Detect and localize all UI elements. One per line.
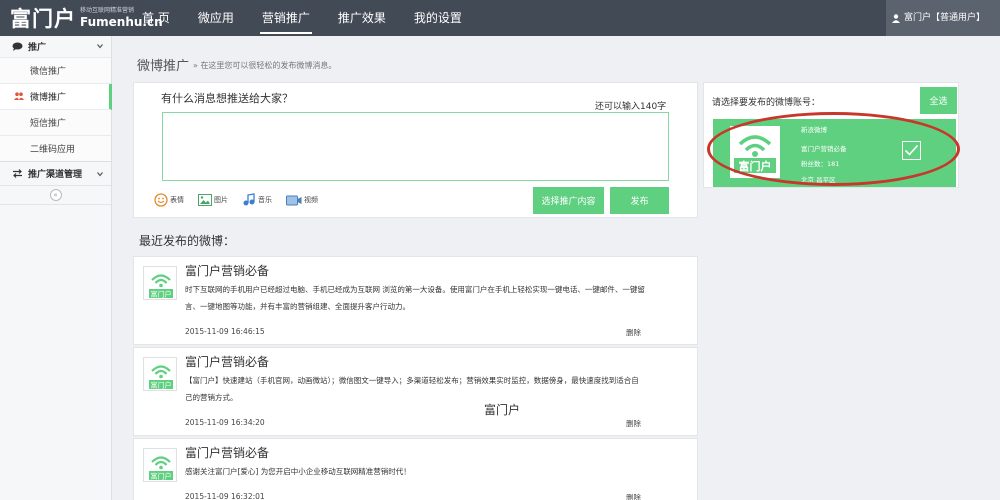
list-item: 富门户 富门户营销必备 感谢关注富门户[爱心] 为您开启中小企业移动互联网精准营…	[133, 438, 698, 500]
post-author: 富门户营销必备	[185, 355, 270, 369]
post-time: 2015-11-09 16:32:01	[185, 492, 265, 500]
page-title: 微博推广	[137, 59, 190, 74]
svg-text:富门户: 富门户	[739, 159, 772, 173]
post-body: 【富门户】快速建站（手机官网，动画微站）；微信图文一键导入；多渠道轻松发布；营销…	[185, 376, 639, 402]
music-icon	[243, 193, 255, 206]
emoji-tool-label: 表情	[170, 196, 184, 204]
nav-micro-apps[interactable]: 微应用	[184, 0, 248, 36]
active-indicator	[109, 84, 112, 110]
sidebar-item-qrcode[interactable]: 二维码应用	[0, 135, 111, 161]
sidebar-group-channels[interactable]: 推广渠道管理	[0, 161, 111, 185]
music-tool[interactable]: 音乐	[242, 193, 272, 207]
delete-link[interactable]: 删除	[626, 327, 641, 338]
account-platform: 新浪微博	[801, 126, 827, 134]
brand-wifi-icon: 富门户	[149, 456, 173, 481]
sidebar-group-label: 推广	[28, 43, 47, 53]
video-tool[interactable]: 视频	[286, 194, 318, 206]
avatar: 富门户	[143, 448, 177, 482]
sidebar-item-wechat[interactable]: 微信推广	[0, 57, 111, 83]
top-navbar: 富门户 移动互联网精准营销 Fumenhu.cn 首 页 微应用 营销推广 推广…	[0, 0, 1000, 36]
compose-panel: 有什么消息想推送给大家？ 还可以输入140字 表情 图片 音乐 视频 选择推广内…	[133, 82, 698, 218]
sidebar-item-label: 二维码应用	[30, 145, 76, 155]
page-hint: » 在这里您可以很轻松的发布微博消息。	[193, 61, 337, 70]
sidebar-item-label: 微博推广	[30, 93, 67, 103]
account-logo: 富门户	[730, 126, 780, 178]
video-tool-label: 视频	[304, 196, 318, 204]
svg-text:富门户: 富门户	[151, 381, 172, 390]
compose-textarea[interactable]	[162, 112, 669, 181]
brand-wifi-icon: 富门户	[149, 365, 173, 390]
account-location: 北京 昌平区	[801, 176, 836, 184]
publish-button[interactable]: 发布	[610, 187, 669, 214]
chevron-down-icon	[97, 44, 103, 49]
user-label: 富门户【普通用户】	[904, 13, 986, 23]
nav-home[interactable]: 首 页	[128, 0, 184, 36]
sidebar-group-label: 推广渠道管理	[28, 170, 83, 180]
svg-text:富门户: 富门户	[151, 472, 172, 481]
main-nav: 首 页 微应用 营销推广 推广效果 我的设置	[128, 0, 476, 36]
delete-link[interactable]: 删除	[626, 492, 641, 500]
image-tool-label: 图片	[214, 196, 228, 204]
select-content-button[interactable]: 选择推广内容	[533, 187, 604, 214]
svg-text:富门户: 富门户	[151, 290, 172, 299]
post-author: 富门户营销必备	[185, 264, 270, 278]
sidebar-item-label: 短信推广	[30, 119, 67, 129]
user-menu[interactable]: 富门户【普通用户】	[886, 0, 1000, 36]
sidebar-item-weibo[interactable]: 微博推广	[0, 83, 112, 110]
post-author: 富门户营销必备	[185, 446, 270, 460]
avatar: 富门户	[143, 357, 177, 391]
post-body: 感谢关注富门户[爱心] 为您开启中小企业移动互联网精准营销时代！	[185, 467, 411, 476]
compose-toolbar: 表情 图片 音乐 视频	[154, 193, 332, 207]
smiley-icon	[154, 193, 168, 207]
nav-marketing[interactable]: 营销推广	[248, 0, 324, 36]
post-time: 2015-11-09 16:46:15	[185, 327, 265, 336]
account-card[interactable]: 富门户 新浪微博 富门户营销必备 粉丝数：181 北京 昌平区	[713, 119, 956, 187]
sidebar-group-promotion[interactable]: 推广	[0, 36, 111, 57]
chevron-down-icon	[97, 172, 103, 177]
video-icon	[286, 195, 302, 206]
watermark: 富门户	[484, 403, 521, 417]
chat-icon	[12, 42, 23, 51]
account-name: 富门户营销必备	[801, 145, 847, 153]
image-tool[interactable]: 图片	[198, 194, 228, 206]
select-all-button[interactable]: 全选	[920, 87, 957, 114]
avatar: 富门户	[143, 266, 177, 300]
sidebar-collapse-bar: «	[0, 185, 111, 205]
image-icon	[198, 194, 212, 206]
music-tool-label: 音乐	[258, 196, 272, 204]
brand-wifi-icon: 富门户	[149, 274, 173, 299]
nav-effects[interactable]: 推广效果	[324, 0, 400, 36]
brand-wifi-icon: 富门户	[734, 135, 776, 173]
account-panel: 请选择要发布的微博账号： 全选 富门户 新浪微博 富门户营销必备 粉丝数：181…	[703, 82, 959, 188]
delete-link[interactable]: 删除	[626, 418, 641, 429]
account-label: 请选择要发布的微博账号：	[712, 98, 821, 108]
nav-settings[interactable]: 我的设置	[400, 0, 476, 36]
list-item: 富门户 富门户营销必备 【富门户】快速建站（手机官网，动画微站）；微信图文一键导…	[133, 347, 698, 436]
user-icon	[892, 13, 900, 23]
brand-name: 富门户	[10, 7, 76, 31]
sidebar: 推广 微信推广 微博推广 短信推广 二维码应用 推广渠道管理 «	[0, 36, 112, 500]
char-counter: 还可以输入140字	[595, 102, 667, 112]
compose-prompt: 有什么消息想推送给大家？	[161, 92, 293, 105]
sidebar-item-sms[interactable]: 短信推广	[0, 109, 111, 135]
collapse-icon[interactable]: «	[49, 189, 62, 201]
post-time: 2015-11-09 16:34:20	[185, 418, 265, 427]
swap-icon	[13, 169, 22, 178]
account-fans: 粉丝数：181	[801, 160, 840, 168]
users-icon	[14, 92, 24, 100]
account-checkbox[interactable]	[902, 141, 921, 160]
sidebar-item-label: 微信推广	[30, 67, 67, 77]
list-item: 富门户 富门户营销必备 时下互联网的手机用户已经超过电脑、手机已经成为互联网 浏…	[133, 256, 698, 345]
emoji-tool[interactable]: 表情	[154, 193, 184, 207]
recent-posts-title: 最近发布的微博：	[139, 234, 236, 248]
checkmark-icon	[904, 144, 919, 156]
post-body: 时下互联网的手机用户已经超过电脑、手机已经成为互联网 浏览的第一大设备。使用富门…	[185, 285, 645, 311]
